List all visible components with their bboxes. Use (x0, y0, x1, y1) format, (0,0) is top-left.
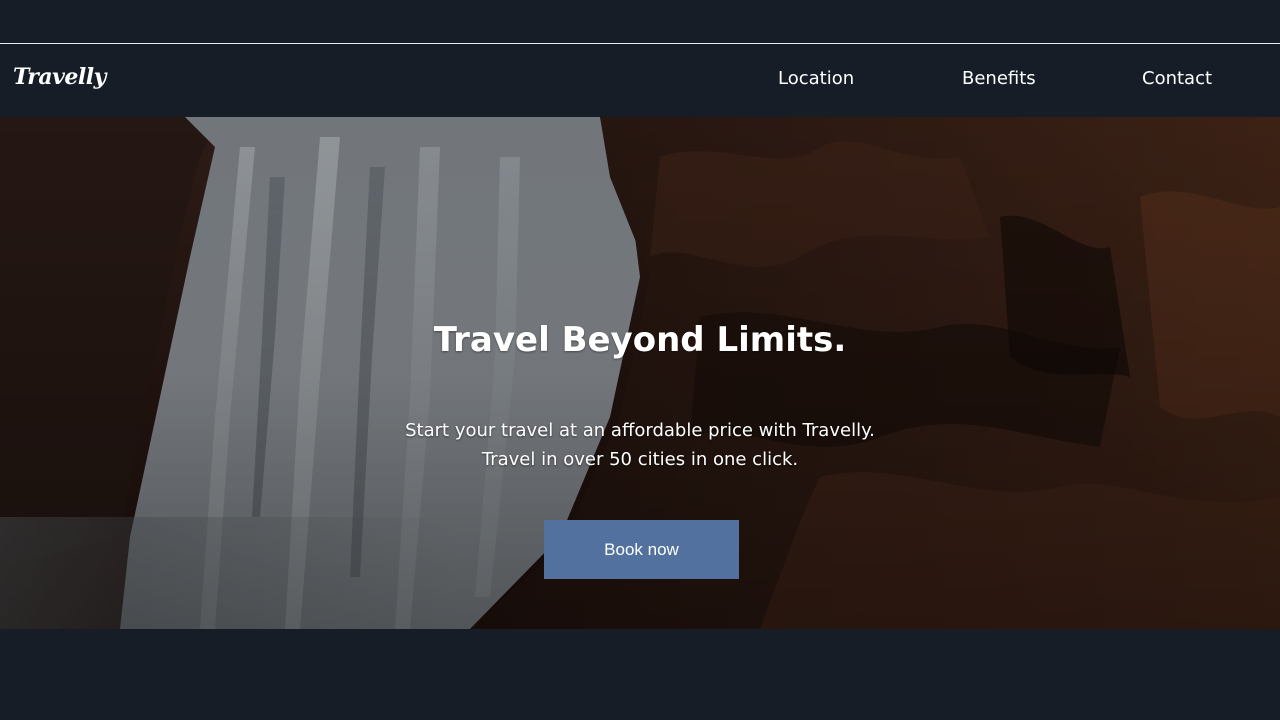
navbar (0, 44, 1280, 117)
nav-link-contact[interactable]: Contact (1142, 68, 1212, 89)
nav-link-location[interactable]: Location (778, 68, 854, 89)
hero-title: Travel Beyond Limits. (433, 320, 847, 360)
logo[interactable]: Travelly (13, 64, 106, 90)
nav-link-benefits[interactable]: Benefits (962, 68, 1036, 89)
hero-section: Travel Beyond Limits. Start your travel … (0, 117, 1280, 629)
hero-description-line-1: Start your travel at an affordable price… (405, 420, 875, 441)
hero-description-line-2: Travel in over 50 cities in one click. (481, 449, 799, 470)
hero-description: Start your travel at an affordable price… (0, 416, 1280, 474)
book-now-button[interactable]: Book now (544, 520, 739, 579)
